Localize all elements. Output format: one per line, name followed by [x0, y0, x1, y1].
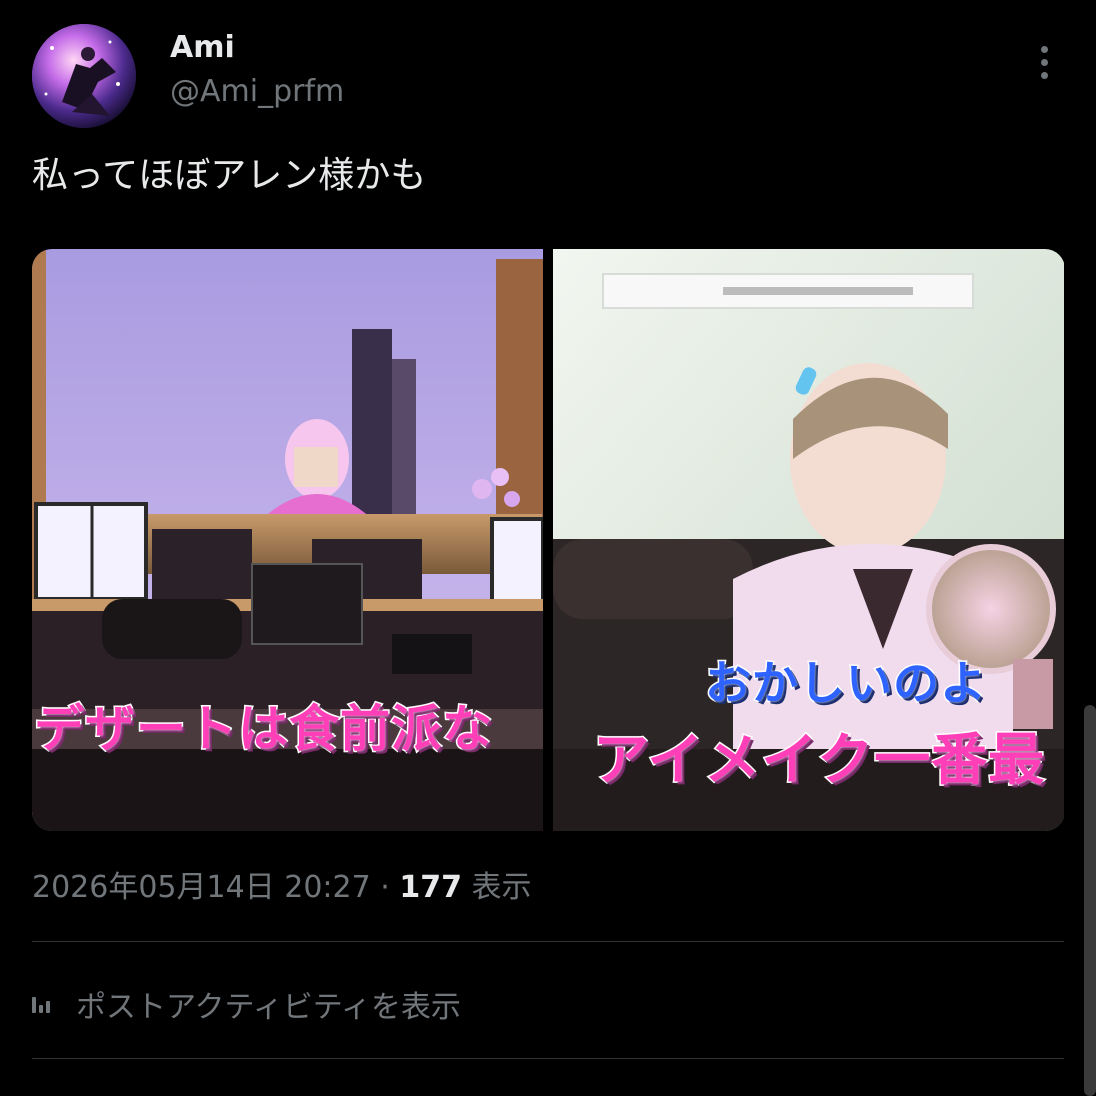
media-image-2[interactable]: おかしいのよ アイメイク一番最 — [553, 249, 1064, 831]
media-caption-2-bottom: アイメイク一番最 — [591, 727, 1046, 795]
more-options-button[interactable] — [1024, 40, 1064, 84]
avatar[interactable] — [32, 24, 136, 128]
divider — [32, 941, 1064, 942]
more-vertical-icon-dot — [1040, 71, 1048, 79]
more-vertical-icon — [1040, 45, 1048, 53]
post-datetime[interactable]: 2026年05月14日 20:27 — [32, 870, 371, 905]
scrollbar[interactable] — [1084, 705, 1096, 1096]
post-activity-button[interactable]: ポストアクティビティを表示 — [32, 978, 461, 1030]
tweet: Ami @Ami_prfm 私ってほぼアレン様かも デザートは食前派な おかしい… — [0, 0, 1096, 1096]
meta-separator: · — [380, 870, 390, 905]
views-count: 177 — [399, 870, 462, 905]
media-caption-2-top: おかしいのよ — [704, 655, 988, 712]
media-image-1[interactable]: デザートは食前派な — [32, 249, 543, 831]
media-grid: デザートは食前派な おかしいのよ アイメイク一番最 — [32, 249, 1065, 831]
author-name[interactable]: Ami — [170, 28, 235, 68]
bar-chart-icon — [32, 989, 62, 1019]
more-vertical-icon-dot — [1040, 58, 1048, 66]
author-handle[interactable]: @Ami_prfm — [170, 72, 344, 112]
tweet-text: 私ってほぼアレン様かも — [32, 155, 427, 196]
tweet-meta: 2026年05月14日 20:27 · 177 表示 — [32, 866, 532, 910]
media-caption-1: デザートは食前派な — [33, 699, 494, 760]
avatar-image — [32, 24, 136, 128]
post-activity-label: ポストアクティビティを表示 — [76, 990, 461, 1025]
views-label: 表示 — [471, 870, 532, 905]
divider — [32, 1058, 1064, 1059]
